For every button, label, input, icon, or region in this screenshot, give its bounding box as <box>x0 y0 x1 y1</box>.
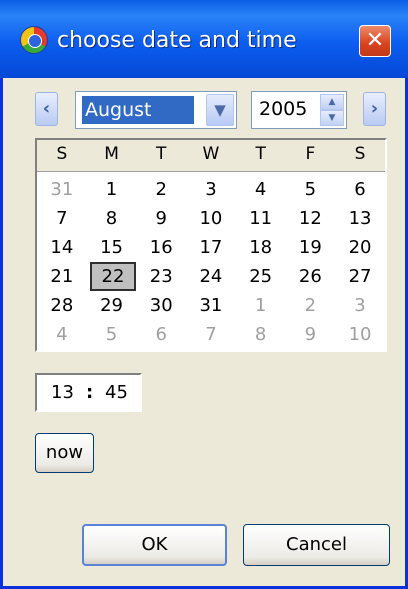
year-spinner[interactable]: 2005 ▲ ▼ <box>251 91 347 129</box>
weekday-friday: F <box>305 144 316 164</box>
calendar-day[interactable]: 23 <box>136 264 186 289</box>
calendar-day[interactable]: 30 <box>136 293 186 318</box>
ok-button[interactable]: OK <box>82 524 227 566</box>
now-button[interactable]: now <box>35 433 94 473</box>
calendar-day[interactable]: 27 <box>335 264 385 289</box>
calendar-day[interactable]: 10 <box>186 206 236 231</box>
title-bar[interactable]: choose date and time ✕ <box>0 0 408 78</box>
arrow-down-icon: ▼ <box>328 113 336 123</box>
weekday-wednesday: W <box>202 144 220 164</box>
year-increment-button[interactable]: ▲ <box>320 94 344 110</box>
minute-field[interactable]: 45 <box>105 382 128 403</box>
month-dropdown[interactable]: August ▼ <box>75 91 237 129</box>
calendar-day[interactable]: 28 <box>37 293 87 318</box>
prev-month-button[interactable]: ‹ <box>35 92 58 126</box>
calendar-day[interactable]: 20 <box>335 235 385 260</box>
weekday-monday: M <box>104 144 119 164</box>
calendar-day[interactable]: 8 <box>87 206 137 231</box>
calendar-day[interactable]: 5 <box>286 177 336 202</box>
time-separator: : <box>86 382 94 403</box>
arrow-up-icon: ▲ <box>328 97 336 107</box>
calendar-day[interactable]: 9 <box>136 206 186 231</box>
calendar-day[interactable]: 29 <box>87 293 137 318</box>
chevron-right-icon: › <box>370 98 379 119</box>
year-decrement-button[interactable]: ▼ <box>320 110 344 126</box>
chevron-down-icon: ▼ <box>214 101 226 119</box>
calendar-day[interactable]: 8 <box>236 322 286 347</box>
calendar-day[interactable]: 4 <box>236 177 286 202</box>
calendar-day[interactable]: 10 <box>335 322 385 347</box>
calendar-day[interactable]: 24 <box>186 264 236 289</box>
weekday-sunday: S <box>56 144 68 164</box>
calendar-day[interactable]: 11 <box>236 206 286 231</box>
month-value: August <box>82 96 194 124</box>
weekday-saturday: S <box>354 144 366 164</box>
weekday-header: S M T W T F S <box>37 140 385 172</box>
calendar-day[interactable]: 1 <box>87 177 137 202</box>
weekday-tuesday: T <box>156 144 167 164</box>
month-dropdown-button[interactable]: ▼ <box>206 94 234 126</box>
calendar-day[interactable]: 6 <box>136 322 186 347</box>
calendar-day[interactable]: 3 <box>186 177 236 202</box>
chevron-left-icon: ‹ <box>42 98 51 119</box>
calendar-day[interactable]: 16 <box>136 235 186 260</box>
calendar-day[interactable]: 31 <box>37 177 87 202</box>
calendar-day[interactable]: 13 <box>335 206 385 231</box>
date-time-dialog: choose date and time ✕ ‹ August ▼ 2005 ▲… <box>0 0 408 589</box>
window-title: choose date and time <box>57 28 297 53</box>
calendar-day[interactable]: 31 <box>186 293 236 318</box>
calendar-day[interactable]: 12 <box>286 206 336 231</box>
calendar-day[interactable]: 25 <box>236 264 286 289</box>
calendar-day[interactable]: 15 <box>87 235 137 260</box>
calendar-day[interactable]: 5 <box>87 322 137 347</box>
next-month-button[interactable]: › <box>363 92 386 126</box>
calendar-day[interactable]: 26 <box>286 264 336 289</box>
calendar-day[interactable]: 4 <box>37 322 87 347</box>
year-value[interactable]: 2005 <box>259 98 307 120</box>
close-button[interactable]: ✕ <box>359 25 391 57</box>
calendar-day[interactable]: 17 <box>186 235 236 260</box>
cancel-button[interactable]: Cancel <box>243 524 390 566</box>
calendar-day[interactable]: 21 <box>37 264 87 289</box>
time-input[interactable]: 13 : 45 <box>35 373 142 412</box>
weekday-thursday: T <box>255 144 266 164</box>
app-icon <box>20 26 48 54</box>
calendar-grid: S M T W T F S 31 1 2 3 4 5 6 7 8 9 10 11… <box>35 138 387 352</box>
calendar-day[interactable]: 7 <box>186 322 236 347</box>
calendar-day-selected[interactable]: 22 <box>90 262 136 291</box>
calendar-day[interactable]: 2 <box>136 177 186 202</box>
calendar-day[interactable]: 19 <box>286 235 336 260</box>
calendar-day[interactable]: 14 <box>37 235 87 260</box>
calendar-day[interactable]: 18 <box>236 235 286 260</box>
close-icon: ✕ <box>365 28 385 53</box>
calendar-day[interactable]: 3 <box>335 293 385 318</box>
hour-field[interactable]: 13 <box>51 382 74 403</box>
calendar-day[interactable]: 9 <box>286 322 336 347</box>
calendar-day[interactable]: 2 <box>286 293 336 318</box>
calendar-day[interactable]: 1 <box>236 293 286 318</box>
calendar-day[interactable]: 7 <box>37 206 87 231</box>
calendar-day[interactable]: 6 <box>335 177 385 202</box>
